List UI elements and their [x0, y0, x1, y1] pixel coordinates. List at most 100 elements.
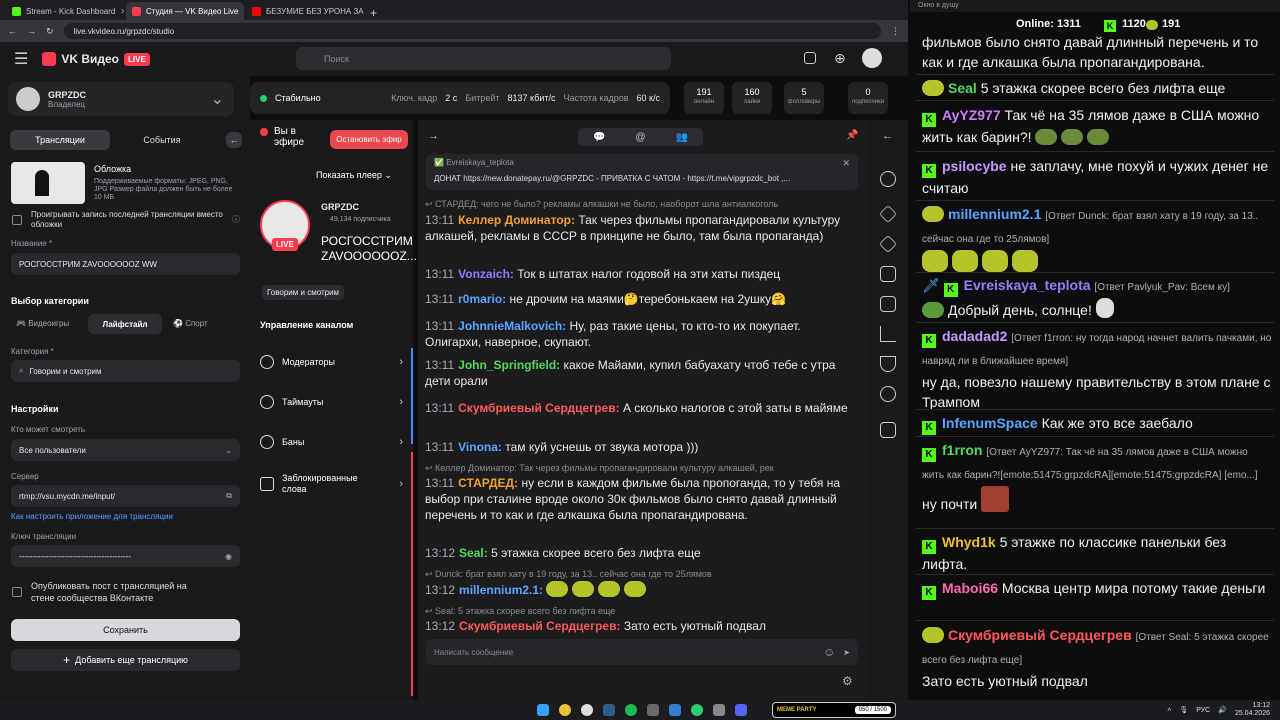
pin-icon[interactable]: 📌: [846, 130, 858, 141]
menu-timeouts[interactable]: Таймауты ›: [250, 382, 413, 422]
discord-icon[interactable]: [735, 704, 747, 716]
chevron-up-icon[interactable]: ˄: [1167, 707, 1171, 714]
chat-message: 13:11 СТАРДЕД: ну если в каждом фильме бы…: [425, 476, 841, 522]
copy-icon[interactable]: ⧉: [226, 491, 232, 501]
url-field[interactable]: live.vkvideo.ru/grpzdc/studio: [63, 23, 881, 39]
expand-icon[interactable]: →: [428, 130, 439, 142]
back-icon[interactable]: ←: [8, 26, 17, 36]
chat-icon[interactable]: 💬: [593, 132, 605, 143]
list-icon[interactable]: [880, 296, 896, 312]
kick-icon: K: [943, 283, 958, 297]
emoji-icon[interactable]: ☺: [823, 645, 835, 659]
clock[interactable]: 13:12 25.04.2026: [1235, 702, 1270, 718]
app-icon[interactable]: [669, 704, 681, 716]
server-field[interactable]: rtmp://vsu.mycdn.me/input/⧉: [11, 485, 240, 507]
notifications-icon[interactable]: [804, 52, 816, 64]
chart-icon[interactable]: [880, 326, 896, 342]
forward-icon[interactable]: →: [27, 26, 36, 36]
emote-icon: [1012, 250, 1038, 272]
howto-link[interactable]: Как настроить приложение для трансляции: [11, 512, 173, 521]
scroll-marker: [411, 452, 413, 696]
back-icon[interactable]: ←: [882, 130, 893, 142]
stop-stream-button[interactable]: Остановить эфир: [330, 130, 408, 149]
save-button[interactable]: Сохранить: [11, 619, 240, 641]
online-counter: Online: 1311: [1016, 18, 1081, 30]
taskbar: MEME PARTY 950 / 1500 ˄ 🎙 РУС 🔊 13:12 25.…: [0, 700, 1280, 720]
app-icon[interactable]: [691, 704, 703, 716]
close-icon[interactable]: ✕: [120, 7, 124, 16]
browser-tab[interactable]: Stream - Kick Dashboard ✕: [6, 2, 124, 20]
video-icon[interactable]: [880, 422, 896, 438]
wrench-icon: [260, 355, 274, 369]
mic-icon[interactable]: 🎙: [1179, 706, 1188, 714]
stream-key-field[interactable]: ----------------------------------------…: [11, 545, 240, 567]
kick-icon: K: [922, 586, 936, 600]
avatar[interactable]: [862, 48, 882, 68]
profile-switcher[interactable]: GRPZDC Владелец ⌄: [8, 82, 234, 116]
reload-icon[interactable]: ↻: [46, 26, 54, 37]
menu-moderators[interactable]: Модераторы ›: [250, 342, 413, 382]
menu-blocked-words[interactable]: Заблокированные слова ›: [250, 462, 413, 506]
meme-party-widget[interactable]: MEME PARTY 950 / 1500: [772, 702, 896, 718]
tab-events[interactable]: События: [112, 130, 212, 150]
add-stream-button[interactable]: + Добавить еще трансляцию: [11, 649, 240, 671]
chevron-down-icon: ⌄: [210, 91, 224, 108]
dice-icon[interactable]: [880, 266, 896, 282]
tab-streams[interactable]: Трансляции: [10, 130, 110, 150]
kick-icon: K: [922, 113, 936, 127]
start-icon[interactable]: [537, 704, 549, 716]
trophy-icon[interactable]: [880, 356, 896, 372]
lang-indicator[interactable]: РУС: [1196, 707, 1210, 714]
app-icon[interactable]: [647, 704, 659, 716]
category-input[interactable]: ⌕ Говорим и смотрим: [11, 360, 240, 382]
users-icon[interactable]: 👥: [676, 132, 688, 143]
category-tab-games[interactable]: 🎮 Видеоигры: [16, 319, 69, 328]
vk-live-icon: [922, 206, 944, 222]
search-input[interactable]: Поиск: [296, 47, 671, 70]
stat-online: 191 онлайн: [684, 82, 724, 114]
vk-logo[interactable]: VK Видео LIVE: [42, 52, 150, 66]
browser-tab[interactable]: БЕЗУМИЕ БЕЗ УРОНА ЗА 4 ЧА✕: [246, 2, 364, 20]
volume-icon[interactable]: 🔊: [1218, 706, 1227, 714]
close-icon[interactable]: ✕: [243, 7, 244, 16]
add-icon[interactable]: ⊕: [834, 50, 846, 67]
kick-icon: K: [922, 164, 936, 178]
browser-tab-active[interactable]: Студия — VK Видео Live✕: [126, 2, 244, 20]
send-icon[interactable]: ➤: [843, 648, 850, 657]
text-icon: [260, 477, 274, 491]
chat-message: 13:11 Vinona: там куй уснешь от звука мот…: [425, 440, 699, 454]
plus-icon: +: [63, 653, 71, 667]
publish-post-checkbox[interactable]: [12, 587, 22, 597]
show-player-toggle[interactable]: Показать плеер ⌄: [316, 170, 392, 181]
chat-input[interactable]: Написать сообщение ☺ ➤: [426, 639, 858, 665]
extensions-icon[interactable]: ⋮: [891, 26, 900, 37]
gear-icon[interactable]: [880, 171, 896, 187]
mention-icon[interactable]: @: [635, 132, 645, 143]
visibility-select[interactable]: Все пользователи ⌄: [11, 439, 240, 461]
menu-icon[interactable]: ☰: [14, 49, 28, 69]
chevron-right-icon: ›: [399, 356, 403, 368]
menu-bans[interactable]: Баны ›: [250, 422, 413, 462]
info-icon[interactable]: ⓘ: [232, 214, 240, 225]
obs-icon[interactable]: [581, 704, 593, 716]
chevron-right-icon: ›: [399, 478, 403, 490]
play-last-checkbox[interactable]: [12, 215, 22, 225]
category-tab-lifestyle[interactable]: Лайфстайл: [88, 314, 162, 334]
eye-icon[interactable]: ◉: [225, 552, 232, 561]
reply-context: ↩ Seal: 5 этажка скорее всего без лифта …: [425, 606, 616, 616]
collapse-icon[interactable]: ←: [226, 132, 242, 148]
category-tab-sport[interactable]: ⚽ Спорт: [173, 319, 208, 328]
chrome-icon[interactable]: [559, 704, 571, 716]
settings-icon[interactable]: ⚙: [842, 674, 853, 688]
new-tab-icon[interactable]: +: [370, 6, 377, 20]
steam-icon[interactable]: [603, 704, 615, 716]
overlay-message: K InfenumSpace Как же это все заебало: [922, 413, 1272, 435]
spotify-icon[interactable]: [625, 704, 637, 716]
close-icon[interactable]: ✕: [842, 158, 850, 169]
vk-live-icon: [922, 627, 944, 643]
title-input[interactable]: РОСГОССТРИМ ZAVOOOOOOZ WW: [11, 253, 240, 275]
vk-counter: 191: [1146, 18, 1180, 30]
app-icon[interactable]: [713, 704, 725, 716]
chat-bubble-icon[interactable]: [880, 386, 896, 402]
cover-thumbnail[interactable]: [11, 162, 85, 204]
